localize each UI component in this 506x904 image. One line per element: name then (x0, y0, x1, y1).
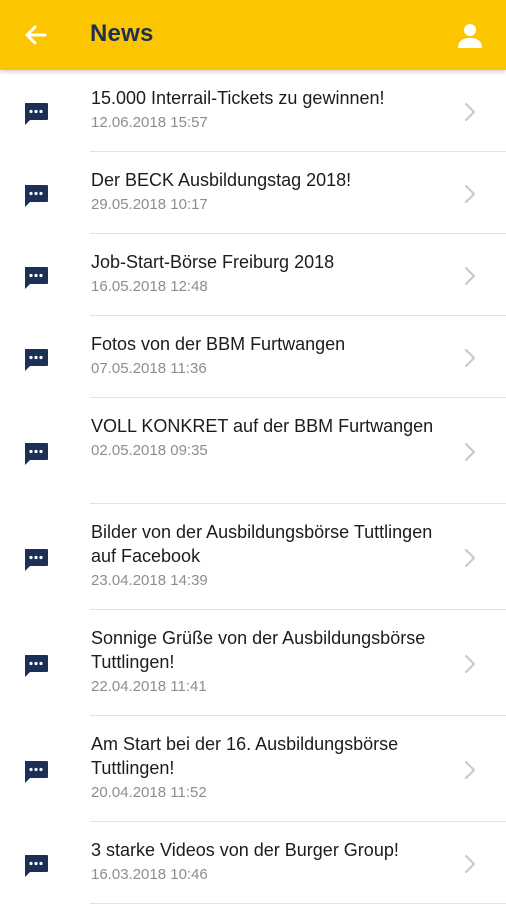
profile-button[interactable] (456, 22, 484, 50)
news-item-title: Bilder von der Ausbildungsbörse Tuttling… (91, 522, 433, 566)
news-item-title: Job-Start-Börse Freiburg 2018 (91, 252, 335, 272)
news-item-date: 16.03.2018 10:46 (91, 866, 208, 883)
chevron-right-icon (465, 655, 475, 673)
news-item-date: 22.04.2018 11:41 (91, 678, 207, 695)
news-list-item[interactable]: Job-Start-Börse Freiburg 2018 16.05.2018 … (0, 234, 506, 316)
news-list-item[interactable]: Am Start bei der 16. Ausbildungsbörse Tu… (0, 716, 506, 822)
news-list-item[interactable]: VOLL KONKRET auf der BBM Furtwangen 02.05… (0, 398, 506, 504)
news-item-title: 3 starke Videos von der Burger Group! (91, 840, 399, 860)
chevron-right-icon (465, 103, 475, 121)
arrow-left-icon (25, 25, 47, 45)
chat-bubble-icon (25, 761, 48, 783)
news-item-text: VOLL KONKRET auf der BBM Furtwangen 02.05… (91, 414, 441, 461)
chat-bubble-icon (25, 185, 48, 207)
back-button[interactable] (22, 21, 50, 49)
chat-bubble-icon (25, 655, 48, 677)
chat-bubble-icon (25, 349, 48, 371)
news-list-item[interactable]: Fotos von der BBM Furtwangen 07.05.2018 1… (0, 316, 506, 398)
chat-bubble-icon (25, 549, 48, 571)
chevron-right-icon (465, 349, 475, 367)
news-list-item[interactable]: Der BECK Ausbildungstag 2018! 29.05.2018 … (0, 152, 506, 234)
news-item-date: 23.04.2018 14:39 (91, 572, 208, 589)
news-item-date: 02.05.2018 09:35 (91, 442, 208, 459)
news-item-date: 29.05.2018 10:17 (91, 196, 208, 213)
news-item-title: Am Start bei der 16. Ausbildungsbörse Tu… (91, 734, 399, 778)
chevron-right-icon (465, 185, 475, 203)
chat-bubble-icon (25, 443, 48, 465)
app-bar: News (0, 0, 506, 70)
news-item-title: 15.000 Interrail-Tickets zu gewinnen! (91, 88, 385, 108)
news-item-date: 07.05.2018 11:36 (91, 360, 207, 377)
news-item-title: VOLL KONKRET auf der BBM Furtwangen (91, 416, 434, 436)
news-list-item[interactable]: 3 starke Videos von der Burger Group! 16.… (0, 822, 506, 904)
news-item-date: 12.06.2018 15:57 (91, 114, 208, 131)
news-item-text: Der BECK Ausbildungstag 2018! 29.05.2018 … (91, 168, 441, 215)
news-item-text: Sonnige Grüße von der Ausbildungsbörse T… (91, 626, 441, 697)
chat-bubble-icon (25, 855, 48, 877)
news-item-title: Sonnige Grüße von der Ausbildungsbörse T… (91, 628, 426, 672)
news-item-date: 16.05.2018 12:48 (91, 278, 208, 295)
user-icon (458, 24, 482, 48)
news-item-date: 20.04.2018 11:52 (91, 784, 207, 801)
chat-bubble-icon (25, 267, 48, 289)
news-item-title: Der BECK Ausbildungstag 2018! (91, 170, 352, 190)
chevron-right-icon (465, 855, 475, 873)
news-item-text: Am Start bei der 16. Ausbildungsbörse Tu… (91, 732, 441, 803)
news-list: 15.000 Interrail-Tickets zu gewinnen! 12.… (0, 70, 506, 904)
chevron-right-icon (465, 761, 475, 779)
news-item-text: Job-Start-Börse Freiburg 2018 16.05.2018 … (91, 250, 441, 297)
news-item-text: 15.000 Interrail-Tickets zu gewinnen! 12.… (91, 86, 441, 133)
news-item-title: Fotos von der BBM Furtwangen (91, 334, 346, 354)
chevron-right-icon (465, 549, 475, 567)
chevron-right-icon (465, 267, 475, 285)
news-item-text: 3 starke Videos von der Burger Group! 16.… (91, 838, 441, 885)
news-list-item[interactable]: Bilder von der Ausbildungsbörse Tuttling… (0, 504, 506, 610)
news-item-text: Bilder von der Ausbildungsbörse Tuttling… (91, 520, 441, 591)
chevron-right-icon (465, 443, 475, 461)
news-item-text: Fotos von der BBM Furtwangen 07.05.2018 1… (91, 332, 441, 379)
page-title: News (90, 20, 154, 47)
chat-bubble-icon (25, 103, 48, 125)
news-list-item[interactable]: Sonnige Grüße von der Ausbildungsbörse T… (0, 610, 506, 716)
news-list-item[interactable]: 15.000 Interrail-Tickets zu gewinnen! 12.… (0, 70, 506, 152)
